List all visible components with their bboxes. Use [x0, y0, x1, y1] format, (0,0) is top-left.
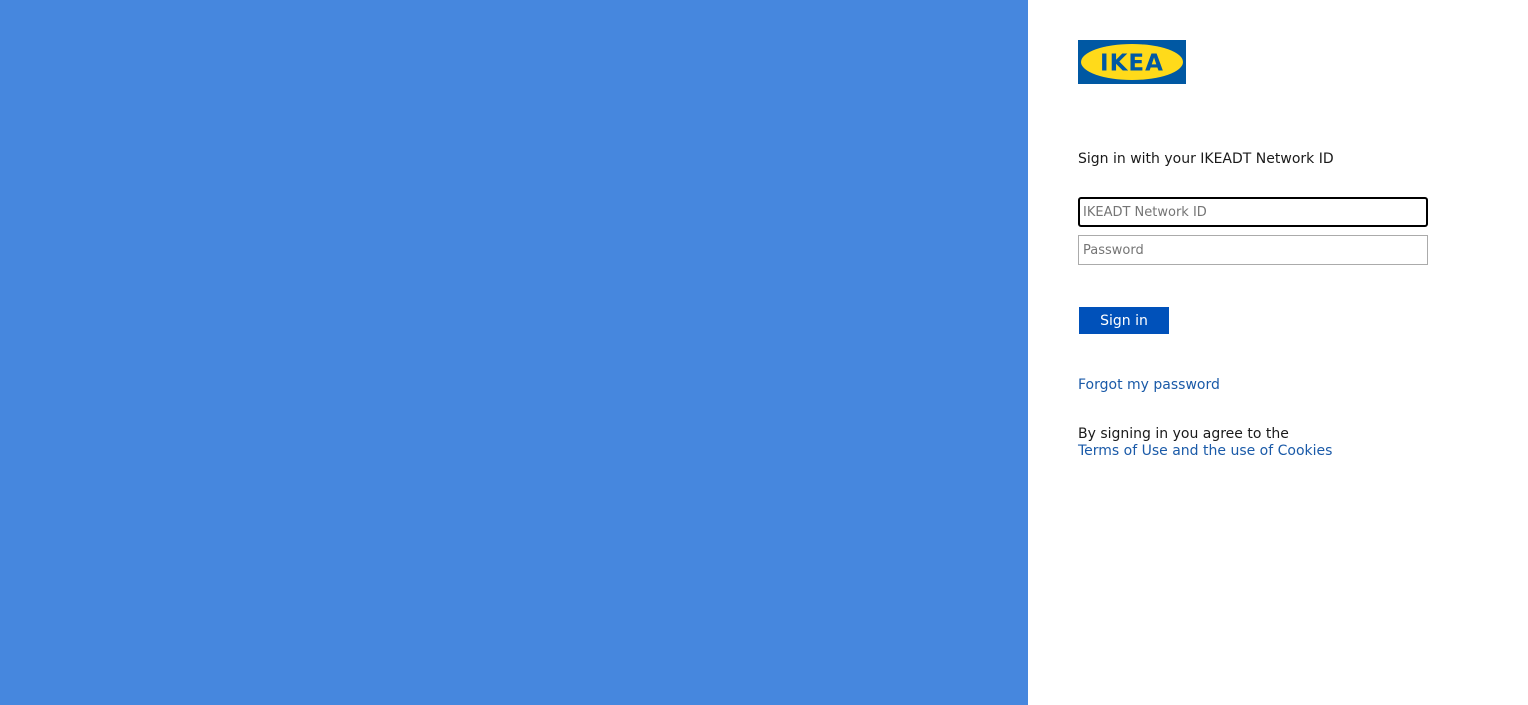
login-page: IKEA Sign in with your IKEADT Network ID… — [0, 0, 1528, 705]
illustration-panel — [0, 0, 1028, 705]
terms-link[interactable]: Terms of Use and the use of Cookies — [1078, 443, 1332, 460]
network-id-input[interactable] — [1078, 197, 1428, 227]
sign-in-panel: IKEA Sign in with your IKEADT Network ID… — [1028, 0, 1528, 705]
agreement-text: By signing in you agree to the — [1078, 426, 1289, 442]
sign-in-intro: Sign in with your IKEADT Network ID — [1078, 151, 1334, 167]
ikea-logo: IKEA — [1078, 40, 1186, 84]
forgot-password-wrapper: Forgot my password — [1078, 375, 1220, 394]
ikea-logo-text: IKEA — [1100, 51, 1164, 77]
forgot-password-link[interactable]: Forgot my password — [1078, 377, 1220, 393]
password-input[interactable] — [1078, 235, 1428, 265]
ikea-logo-icon: IKEA — [1078, 40, 1186, 84]
terms-agreement: By signing in you agree to the Terms of … — [1078, 426, 1332, 460]
sign-in-button[interactable]: Sign in — [1079, 307, 1169, 334]
